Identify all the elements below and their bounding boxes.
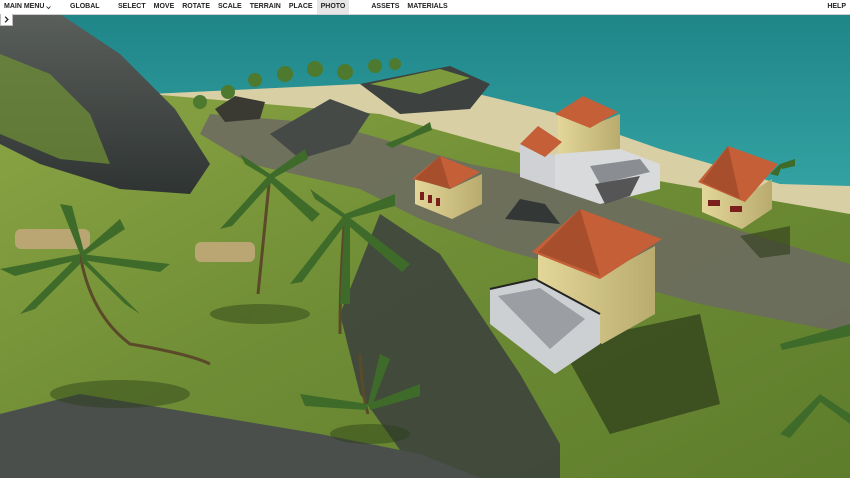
main-menu-label: MAIN MENU: [4, 3, 45, 10]
tab-terrain[interactable]: TERRAIN: [246, 0, 285, 14]
panel-toggle-button[interactable]: [0, 14, 13, 26]
sandbag-wall-center: [195, 242, 255, 262]
tab-assets[interactable]: ASSETS: [367, 0, 403, 14]
chevron-down-icon: [46, 5, 52, 9]
island-scene[interactable]: [0, 14, 850, 478]
tab-place[interactable]: PLACE: [285, 0, 317, 14]
help-button[interactable]: HELP: [823, 0, 850, 14]
tab-select[interactable]: SELECT: [114, 0, 150, 14]
tab-materials[interactable]: MATERIALS: [403, 0, 451, 14]
tab-scale[interactable]: SCALE: [214, 0, 246, 14]
main-menu-button[interactable]: MAIN MENU: [0, 0, 66, 14]
3d-viewport[interactable]: [0, 14, 850, 478]
tab-rotate[interactable]: ROTATE: [178, 0, 214, 14]
tab-photo[interactable]: PHOTO: [316, 0, 350, 14]
tab-global[interactable]: GLOBAL: [66, 0, 114, 14]
top-toolbar: MAIN MENU GLOBAL SELECT MOVE ROTATE SCAL…: [0, 0, 850, 15]
tab-move[interactable]: MOVE: [150, 0, 179, 14]
chevron-right-icon: [4, 16, 9, 23]
